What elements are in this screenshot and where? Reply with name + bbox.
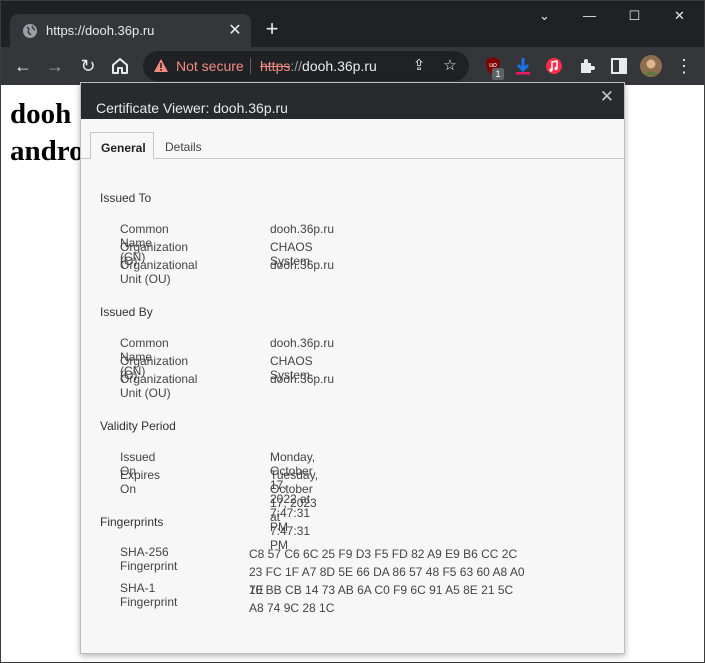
field-value: dooh.36p.ru xyxy=(270,258,335,272)
certificate-viewer-dialog: Certificate Viewer: dooh.36p.ru ✕ Genera… xyxy=(80,82,625,654)
close-window-button[interactable]: ✕ xyxy=(657,1,702,31)
issued-by-heading: Issued By xyxy=(100,305,153,319)
field-label: SHA-256 Fingerprint xyxy=(120,545,178,573)
field-value: dooh.36p.ru xyxy=(270,372,335,386)
validity-heading: Validity Period xyxy=(100,419,176,433)
url-text[interactable]: https://dooh.36p.ru xyxy=(260,58,377,74)
maximize-button[interactable]: ☐ xyxy=(612,1,657,31)
globe-icon xyxy=(23,24,37,38)
profile-avatar[interactable] xyxy=(640,55,662,77)
field-label: SHA-1 Fingerprint xyxy=(120,581,178,609)
browser-tab[interactable]: https://dooh.36p.ru ✕ xyxy=(10,14,251,47)
extensions-puzzle-icon[interactable] xyxy=(577,56,597,76)
share-icon[interactable]: ⇪ xyxy=(410,57,428,75)
field-value: 70 BB CB 14 73 AB 6A C0 F9 6C 91 A5 8E 2… xyxy=(249,583,514,615)
field-value: dooh.36p.ru xyxy=(270,222,335,236)
page-heading-line-1: dooh xyxy=(10,98,72,130)
reload-icon[interactable]: ↻ xyxy=(76,54,100,78)
back-arrow-icon[interactable]: ← xyxy=(11,54,35,78)
more-menu-icon[interactable]: ⋮ xyxy=(672,54,696,78)
toolbar: ← → ↻ Not secure https://dooh.36p.ru ⇪ ☆… xyxy=(1,47,704,85)
dialog-title: Certificate Viewer: dooh.36p.ru xyxy=(96,100,288,116)
music-extension-icon[interactable] xyxy=(544,56,564,76)
field-value: Tuesday, October 17, 2023 at 7:47:31 PM xyxy=(270,468,319,552)
minimize-button[interactable]: — xyxy=(567,1,612,31)
fingerprints-heading: Fingerprints xyxy=(100,515,164,529)
warning-icon[interactable] xyxy=(153,58,169,74)
extension-badge: 1 xyxy=(492,68,504,80)
page-heading-line-2: andro xyxy=(10,135,84,167)
dialog-tabs: General Details xyxy=(81,119,624,159)
issued-to-heading: Issued To xyxy=(100,191,152,205)
tab-close-icon[interactable]: ✕ xyxy=(225,21,245,41)
field-label: Organizational Unit (OU) xyxy=(120,258,198,286)
security-status[interactable]: Not secure xyxy=(176,58,244,74)
title-bar: https://dooh.36p.ru ✕ + ⌄ — ☐ ✕ xyxy=(1,1,704,47)
tab-details[interactable]: Details xyxy=(155,132,212,159)
tab-general[interactable]: General xyxy=(90,132,154,159)
forward-arrow-icon[interactable]: → xyxy=(43,54,67,78)
url-scheme: https xyxy=(260,58,291,74)
dialog-header: Certificate Viewer: dooh.36p.ru ✕ xyxy=(81,83,624,119)
tab-search-icon[interactable]: ⌄ xyxy=(522,1,567,31)
page-heading: dooh andro xyxy=(10,96,84,170)
field-label: Expires On xyxy=(120,468,161,496)
address-bar[interactable]: Not secure https://dooh.36p.ru ⇪ ☆ xyxy=(143,51,469,81)
close-icon[interactable]: ✕ xyxy=(600,87,614,107)
new-tab-button[interactable]: + xyxy=(262,18,282,40)
omnibox-divider xyxy=(250,58,251,74)
url-host: dooh.36p.ru xyxy=(302,58,377,74)
field-value: dooh.36p.ru xyxy=(270,336,335,350)
download-extension-icon[interactable] xyxy=(513,56,533,76)
bookmark-star-icon[interactable]: ☆ xyxy=(441,57,459,75)
side-panel-icon[interactable] xyxy=(609,56,629,76)
home-icon[interactable] xyxy=(108,54,132,78)
url-separator: :// xyxy=(290,58,303,74)
tab-title: https://dooh.36p.ru xyxy=(46,23,155,38)
field-label: Organizational Unit (OU) xyxy=(120,372,198,400)
